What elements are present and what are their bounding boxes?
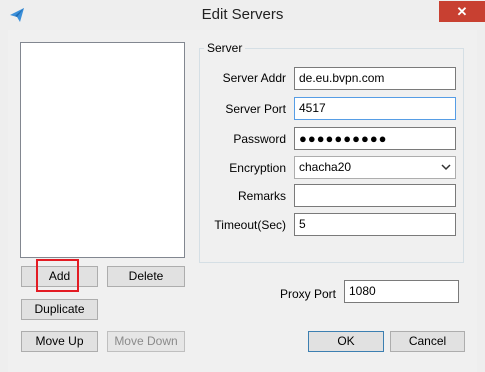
server-addr-label: Server Addr [222, 71, 286, 85]
encryption-select[interactable]: chacha20 [294, 156, 456, 179]
encryption-value: chacha20 [299, 160, 352, 174]
server-addr-field[interactable]: de.eu.bvpn.com [294, 67, 456, 90]
timeout-label: Timeout(Sec) [214, 218, 286, 232]
highlight-box [36, 259, 79, 292]
server-list[interactable] [20, 42, 185, 258]
window-title: Edit Servers [201, 6, 284, 23]
move-down-button[interactable]: Move Down [107, 331, 185, 352]
password-field[interactable]: ●●●●●●●●●● [294, 127, 456, 150]
server-group-title: Server [204, 41, 246, 55]
proxy-port-field[interactable]: 1080 [344, 280, 459, 303]
proxy-port-label: Proxy Port [279, 287, 336, 301]
encryption-label: Encryption [229, 161, 286, 175]
title-bar: Edit Servers ✕ [0, 0, 485, 30]
chevron-down-icon[interactable] [441, 157, 451, 178]
cancel-button[interactable]: Cancel [390, 331, 465, 352]
duplicate-button[interactable]: Duplicate [21, 299, 98, 320]
server-port-label: Server Port [225, 102, 286, 116]
remarks-label: Remarks [237, 189, 286, 203]
window-frame-left [0, 30, 8, 372]
delete-button[interactable]: Delete [107, 266, 185, 287]
timeout-field[interactable]: 5 [294, 213, 456, 236]
close-icon[interactable]: ✕ [439, 1, 485, 22]
remarks-field[interactable] [294, 184, 456, 207]
window-frame-right [477, 30, 485, 372]
password-label: Password [233, 132, 286, 146]
move-up-button[interactable]: Move Up [21, 331, 98, 352]
ok-button[interactable]: OK [308, 331, 384, 352]
server-port-field[interactable]: 4517 [294, 97, 456, 120]
